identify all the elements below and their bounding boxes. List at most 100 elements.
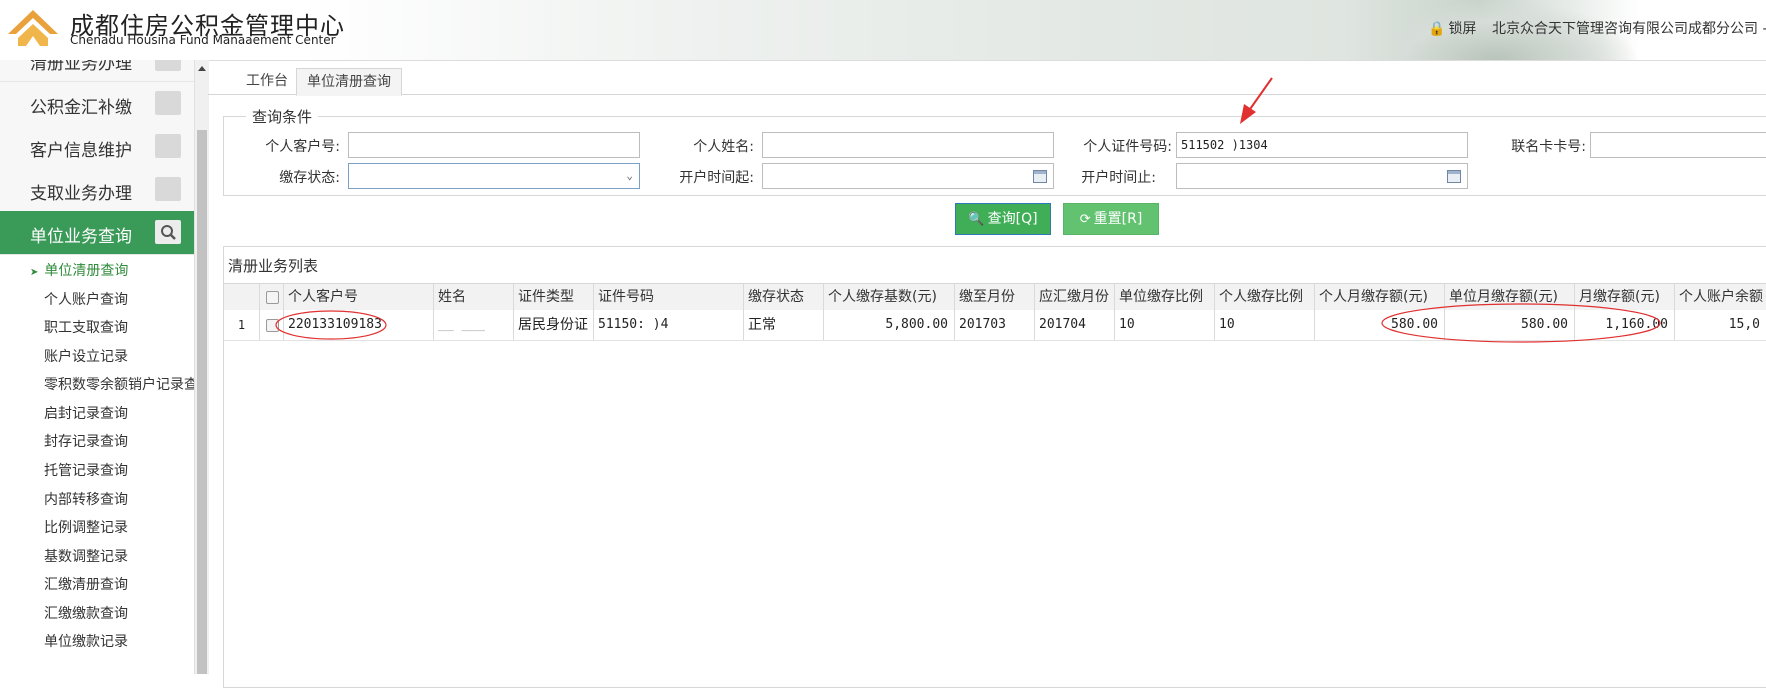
magnifier-icon: 🔍 <box>968 212 985 227</box>
select-all-checkbox[interactable] <box>266 291 279 304</box>
menu-item-label: 客户信息维护 <box>30 141 132 161</box>
sidebar: 清册业务办理 公积金汇补缴 客户信息维护 支取业务办理 单位业务查询 ➤ 单位清册… <box>0 60 195 674</box>
cell-base: 5,800.00 <box>824 310 955 340</box>
card-no-input[interactable] <box>1590 132 1766 158</box>
sidebar-sub-withdrawal-query[interactable]: 职工支取查询 <box>44 317 128 337</box>
header-col[interactable]: 个人客户号 <box>284 284 434 311</box>
sidebar-scrollbar[interactable] <box>194 60 209 674</box>
cell-balance: 15,0 <box>1728 317 1760 332</box>
header-col[interactable]: 个人月缴存额(元) <box>1315 284 1445 311</box>
header-col[interactable]: 月缴存额(元) <box>1575 284 1675 311</box>
cell-paid-to: 201703 <box>955 310 1035 340</box>
id-no-input[interactable]: 511502 )1304 <box>1176 132 1468 158</box>
status-select[interactable]: ⌄ <box>348 163 640 189</box>
lock-screen-label: 锁屏 <box>1448 21 1477 37</box>
lock-icon: 🔒 <box>1428 21 1446 37</box>
menu-item-fund-payment[interactable]: 公积金汇补缴 <box>0 82 194 126</box>
customer-no-input[interactable] <box>348 132 640 158</box>
menu-item-label: 清册业务办理 <box>30 60 132 74</box>
scroll-up-icon[interactable] <box>198 66 206 71</box>
tab-unit-register-query[interactable]: 单位清册查询 <box>296 68 402 96</box>
sidebar-sub-unseal-query[interactable]: 启封记录查询 <box>44 403 128 423</box>
tab-workbench[interactable]: 工作台 <box>236 68 298 94</box>
open-from-label: 开户时间起: <box>679 170 754 186</box>
sidebar-sub-zero-balance-close[interactable]: 零积数零余额销户记录查 <box>44 374 194 394</box>
refresh-icon: ⟳ <box>1079 212 1091 227</box>
header-col[interactable]: 单位缴存比例 <box>1115 284 1215 311</box>
cell-due-month: 201704 <box>1035 310 1115 340</box>
header-select-all[interactable] <box>260 284 284 311</box>
user-icon <box>155 134 181 158</box>
header-col[interactable]: 个人缴存基数(元) <box>824 284 955 311</box>
table-header: 个人客户号 姓名 证件类型 证件号码 缴存状态 个人缴存基数(元) 缴至月份 应… <box>224 283 1766 312</box>
sidebar-sub-label: 单位清册查询 <box>44 263 129 279</box>
header-col[interactable]: 证件号码 <box>594 284 744 311</box>
cell-status: 正常 <box>744 310 824 340</box>
sidebar-sub-personal-account[interactable]: 个人账户查询 <box>44 289 128 309</box>
menu-item-label: 支取业务办理 <box>30 184 132 204</box>
header-col[interactable]: 单位月缴存额(元) <box>1445 284 1575 311</box>
sidebar-sub-seal-query[interactable]: 封存记录查询 <box>44 431 128 451</box>
query-button[interactable]: 🔍 查询[Q] <box>955 203 1051 235</box>
header-col[interactable]: 缴存状态 <box>744 284 824 311</box>
scrollbar-thumb[interactable] <box>197 130 207 674</box>
person-name-label: 个人姓名: <box>693 139 754 155</box>
calendar-icon[interactable] <box>1447 170 1461 183</box>
card-icon <box>155 177 181 201</box>
card-no-label: 联名卡卡号: <box>1511 139 1586 155</box>
menu-item-register-business[interactable]: 清册业务办理 <box>0 60 194 82</box>
menu-item-unit-query[interactable]: 单位业务查询 <box>0 211 194 255</box>
table-row[interactable]: 1 220133109183 __ ___ 居民身份证 51150: )4 正常… <box>224 310 1766 341</box>
person-name-input[interactable] <box>762 132 1054 158</box>
cell-name: __ ___ <box>434 310 514 340</box>
cell-person-ratio: 10 <box>1215 310 1315 340</box>
menu-item-label: 公积金汇补缴 <box>30 98 132 118</box>
header-col[interactable]: 姓名 <box>434 284 514 311</box>
money-icon <box>155 91 181 115</box>
query-fieldset-title: 查询条件 <box>246 106 319 127</box>
app-header: 成都住房公积金管理中心 Chenadu Housina Fund Manaaem… <box>0 0 1766 61</box>
sidebar-sub-transfer-query[interactable]: 内部转移查询 <box>44 489 128 509</box>
header-rownum <box>224 284 260 311</box>
reset-button[interactable]: ⟳ 重置[R] <box>1063 203 1159 235</box>
menu-item-withdrawal[interactable]: 支取业务办理 <box>0 168 194 212</box>
sidebar-sub-custody-query[interactable]: 托管记录查询 <box>44 460 128 480</box>
lock-screen-button[interactable]: 🔒 锁屏 <box>1428 18 1476 38</box>
sidebar-sub-unit-register-query[interactable]: ➤ 单位清册查询 <box>30 260 128 280</box>
open-to-label: 开户时间止: <box>1081 170 1156 186</box>
id-no-label: 个人证件号码: <box>1083 139 1172 155</box>
logo-house-icon <box>8 10 58 46</box>
sidebar-sub-collection-payment[interactable]: 汇缴缴款查询 <box>44 603 128 623</box>
row-select-cell[interactable] <box>260 310 284 340</box>
list-title: 清册业务列表 <box>228 257 319 275</box>
cell-id-no: 51150: )4 <box>594 310 744 340</box>
sidebar-sub-collection-register[interactable]: 汇缴清册查询 <box>44 574 128 594</box>
sidebar-sub-account-setup[interactable]: 账户设立记录 <box>44 346 128 366</box>
status-label: 缴存状态: <box>279 170 340 186</box>
sidebar-sub-ratio-adjust[interactable]: 比例调整记录 <box>44 517 128 537</box>
calendar-icon[interactable] <box>1033 170 1047 183</box>
menu-item-customer-info[interactable]: 客户信息维护 <box>0 125 194 169</box>
search-icon <box>155 220 181 244</box>
open-to-input[interactable] <box>1176 163 1468 189</box>
row-checkbox[interactable] <box>266 319 279 332</box>
open-from-input[interactable] <box>762 163 1054 189</box>
header-col[interactable]: 应汇缴月份 <box>1035 284 1115 311</box>
cell-person-amount: 580.00 <box>1315 310 1445 340</box>
cell-customer-no: 220133109183 <box>284 310 434 340</box>
chevron-down-icon[interactable]: ⌄ <box>626 164 633 188</box>
header-col[interactable]: 缴至月份 <box>955 284 1035 311</box>
header-col[interactable]: 个人缴存比例 <box>1215 284 1315 311</box>
header-col[interactable]: 证件类型 <box>514 284 594 311</box>
cell-unit-amount: 580.00 <box>1445 310 1575 340</box>
cell-unit-ratio: 10 <box>1115 310 1215 340</box>
menu-item-label: 单位业务查询 <box>30 227 132 247</box>
customer-no-label: 个人客户号: <box>265 139 340 155</box>
sidebar-sub-base-adjust[interactable]: 基数调整记录 <box>44 546 128 566</box>
query-button-label: 查询[Q] <box>987 211 1038 227</box>
user-company[interactable]: 北京众合天下管理咨询有限公司成都分公司 - <box>1492 18 1766 38</box>
header-col[interactable]: 个人账户余额 <box>1675 284 1766 311</box>
caret-right-icon: ➤ <box>30 267 39 278</box>
cell-month-amount: 1,160.00 <box>1575 310 1675 340</box>
sidebar-sub-unit-payment-record[interactable]: 单位缴款记录 <box>44 631 128 651</box>
